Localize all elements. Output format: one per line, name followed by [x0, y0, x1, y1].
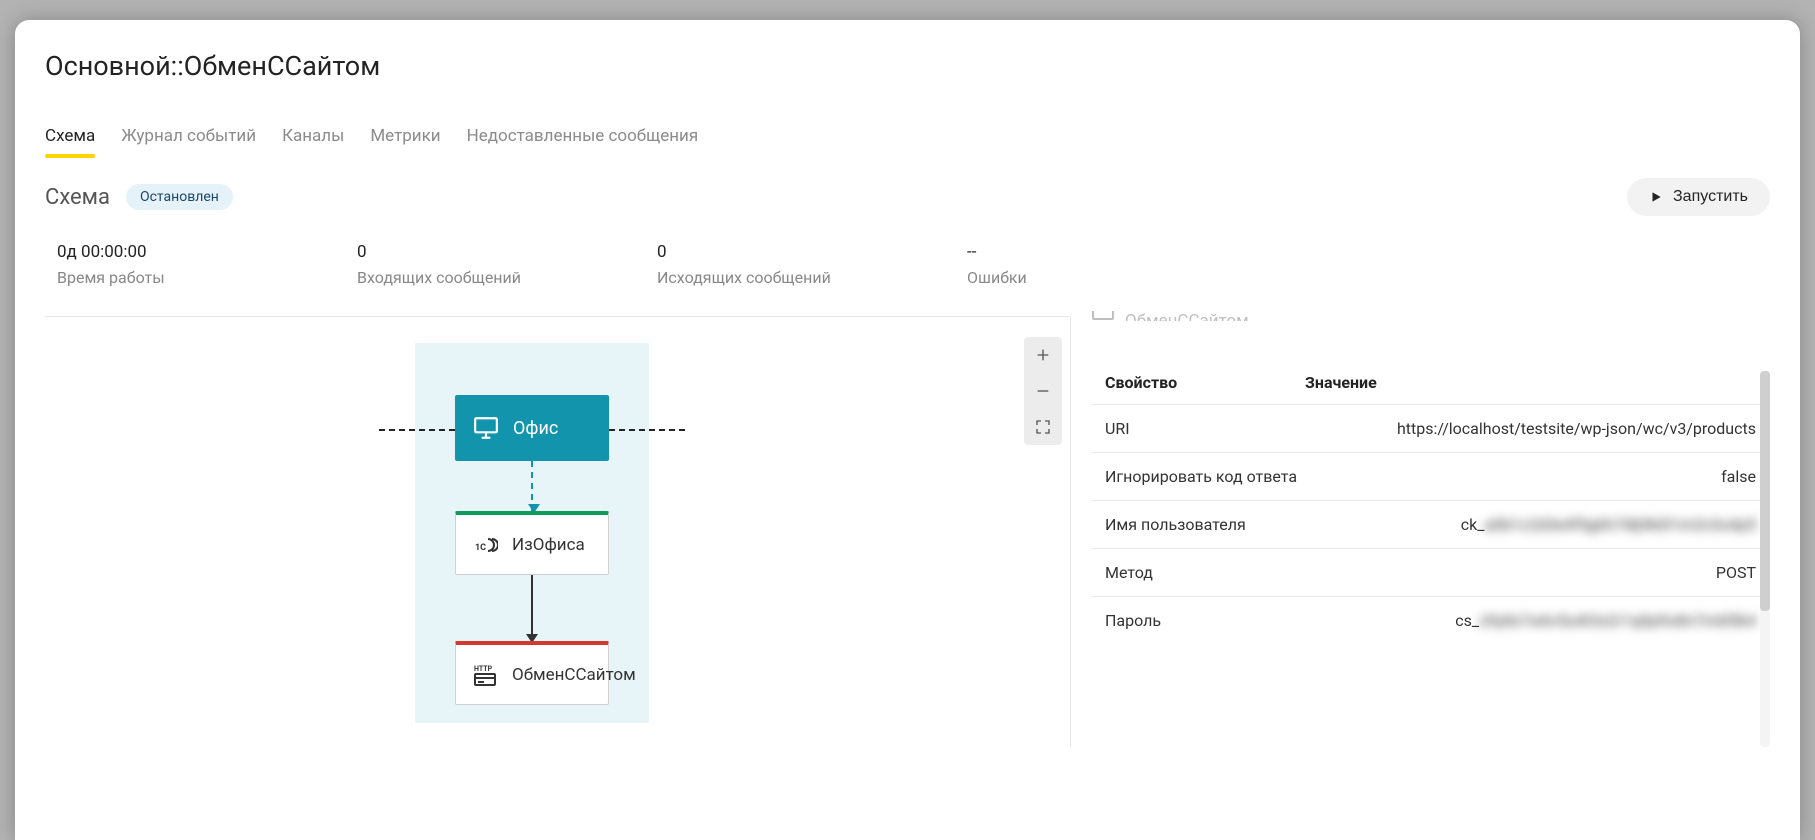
metric-label: Исходящих сообщений: [657, 268, 957, 287]
arrow-solid: [531, 575, 533, 641]
http-icon: [1091, 311, 1115, 321]
page-title: Основной::ОбменССайтом: [45, 50, 1770, 82]
panel-header: ОбменССайтом: [1091, 311, 1770, 321]
properties-table: Свойство Значение URI https://localhost/…: [1091, 361, 1770, 644]
metric-errors: -- Ошибки: [967, 242, 1167, 287]
table-row[interactable]: Пароль cs_z9y8x7w6v5u4t3s2r1q0p9o8n7m6l5…: [1091, 596, 1770, 644]
node-label: Офис: [513, 418, 558, 439]
http-icon: HTTP: [474, 663, 498, 687]
tabs: Схема Журнал событий Каналы Метрики Недо…: [45, 126, 1770, 156]
prop-name: Игнорировать код ответа: [1105, 467, 1305, 486]
status-badge: Остановлен: [126, 184, 233, 210]
prop-value: https://localhost/testsite/wp-json/wc/v3…: [1305, 419, 1756, 438]
svg-text:HTTP: HTTP: [474, 665, 493, 673]
tab-metrics[interactable]: Метрики: [370, 126, 440, 156]
metric-value: --: [967, 242, 1167, 262]
tab-channels[interactable]: Каналы: [282, 126, 344, 156]
node-from-office[interactable]: 1C ИзОфиса: [455, 511, 609, 575]
prop-name: Имя пользователя: [1105, 515, 1305, 534]
zoom-in-button[interactable]: [1024, 337, 1062, 373]
metric-label: Ошибки: [967, 268, 1167, 287]
table-row[interactable]: Метод POST: [1091, 548, 1770, 596]
table-row[interactable]: Имя пользователя ck_a0b1c2d3e4f5g6h7i8j9…: [1091, 500, 1770, 548]
metric-in: 0 Входящих сообщений: [357, 242, 657, 287]
blurred-secret: z9y8x7w6v5u4t3s2r1q0p9o8n7m6l5k4: [1479, 611, 1756, 630]
zoom-fit-button[interactable]: [1024, 409, 1062, 445]
arrow-dashed: [531, 461, 533, 511]
node-label: ОбменССайтом: [512, 665, 636, 685]
diagram-canvas[interactable]: Офис 1C ИзОфиса HTTP: [415, 343, 649, 723]
table-row[interactable]: URI https://localhost/testsite/wp-json/w…: [1091, 404, 1770, 452]
node-office[interactable]: Офис: [455, 395, 609, 461]
svg-text:1C: 1C: [475, 543, 486, 553]
properties-panel: ОбменССайтом Свойство Значение URI https…: [1070, 317, 1770, 747]
diagram-canvas-area[interactable]: Офис 1C ИзОфиса HTTP: [45, 317, 1070, 747]
metric-uptime: 0д 00:00:00 Время работы: [57, 242, 357, 287]
zoom-out-button[interactable]: [1024, 373, 1062, 409]
minus-icon: [1035, 383, 1051, 399]
prop-name: Пароль: [1105, 611, 1305, 630]
run-button-label: Запустить: [1673, 188, 1748, 206]
heading-row: Схема Остановлен Запустить: [45, 178, 1770, 216]
section-heading: Схема: [45, 185, 110, 210]
panel-scrollbar[interactable]: [1760, 371, 1770, 747]
tab-undelivered[interactable]: Недоставленные сообщения: [467, 126, 699, 156]
one-c-icon: 1C: [474, 533, 498, 557]
tab-schema[interactable]: Схема: [45, 126, 95, 156]
col-property: Свойство: [1105, 373, 1305, 392]
tab-journal[interactable]: Журнал событий: [121, 126, 256, 156]
modal-panel: Основной::ОбменССайтом Схема Журнал собы…: [15, 20, 1800, 840]
node-label: ИзОфиса: [512, 535, 585, 555]
blurred-secret: a0b1c2d3e4f5g6h7i8j9k0l1m2n3o4p5: [1485, 515, 1757, 534]
plus-icon: [1035, 347, 1051, 363]
play-icon: [1649, 190, 1663, 204]
scrollbar-thumb[interactable]: [1760, 371, 1770, 611]
node-exchange[interactable]: HTTP ОбменССайтом: [455, 641, 609, 705]
prop-value: false: [1305, 467, 1756, 486]
prop-name: Метод: [1105, 563, 1305, 582]
prop-name: URI: [1105, 419, 1305, 438]
metric-out: 0 Исходящих сообщений: [657, 242, 957, 287]
col-value: Значение: [1305, 373, 1377, 392]
table-header: Свойство Значение: [1091, 361, 1770, 404]
metric-value: 0: [357, 242, 657, 262]
metrics-row: 0д 00:00:00 Время работы 0 Входящих сооб…: [45, 242, 1770, 287]
prop-value: cs_z9y8x7w6v5u4t3s2r1q0p9o8n7m6l5k4: [1305, 611, 1756, 630]
prop-value: ck_a0b1c2d3e4f5g6h7i8j9k0l1m2n3o4p5: [1305, 515, 1756, 534]
table-row[interactable]: Игнорировать код ответа false: [1091, 452, 1770, 500]
metric-label: Время работы: [57, 268, 357, 287]
monitor-icon: [473, 415, 499, 441]
metric-value: 0: [657, 242, 957, 262]
metric-label: Входящих сообщений: [357, 268, 657, 287]
metric-value: 0д 00:00:00: [57, 242, 357, 262]
zoom-controls: [1024, 337, 1062, 445]
fullscreen-icon: [1035, 419, 1051, 435]
run-button[interactable]: Запустить: [1627, 178, 1770, 216]
prop-value: POST: [1305, 563, 1756, 582]
